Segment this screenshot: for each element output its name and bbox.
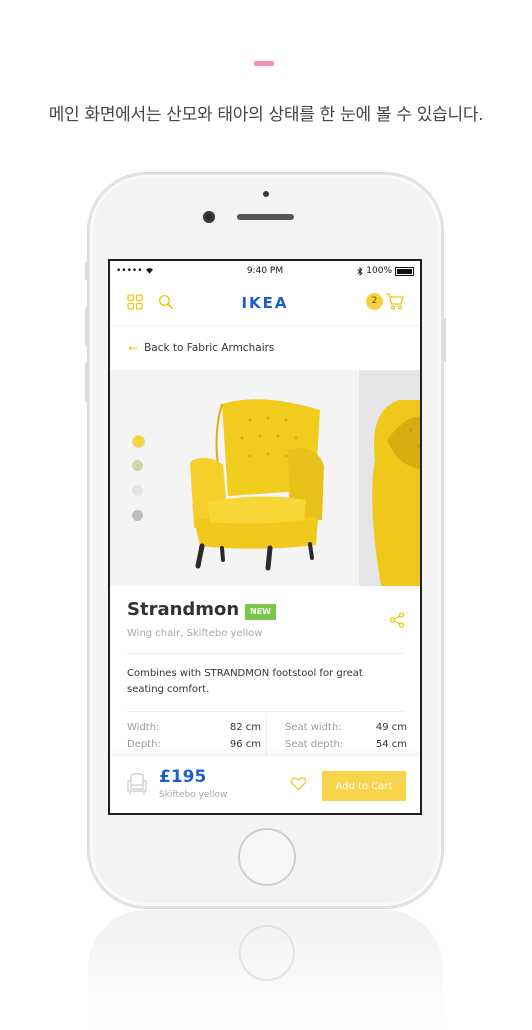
home-button[interactable] bbox=[238, 828, 296, 886]
arrow-left-icon: ← bbox=[128, 341, 139, 355]
new-badge: NEW bbox=[245, 604, 276, 620]
color-swatch-green[interactable] bbox=[132, 460, 143, 471]
cart-count-badge: 2 bbox=[366, 293, 383, 310]
heart-icon[interactable] bbox=[290, 775, 307, 792]
specs-right-column: Seat width: 49 cm Seat depth: 54 cm bbox=[285, 722, 407, 756]
battery-icon bbox=[395, 266, 414, 276]
armchair-closeup-image bbox=[372, 400, 420, 586]
spec-row-depth: Depth: 96 cm bbox=[127, 739, 261, 750]
earpiece-speaker bbox=[237, 214, 294, 220]
gallery-next-image[interactable] bbox=[359, 370, 420, 586]
front-camera bbox=[203, 211, 215, 223]
battery-indicator: 100% bbox=[357, 266, 414, 276]
accent-bar bbox=[254, 61, 274, 66]
add-to-cart-button[interactable]: Add to Cart bbox=[322, 771, 406, 801]
home-button-reflection bbox=[239, 925, 295, 981]
color-swatch-yellow[interactable] bbox=[132, 435, 145, 448]
divider bbox=[127, 711, 403, 712]
spec-row-width: Width: 82 cm bbox=[127, 722, 261, 733]
armchair-image bbox=[190, 399, 324, 571]
price-variant-label: Skiftebo yellow bbox=[159, 790, 228, 800]
purchase-bar: £195 Skiftebo yellow Add to Cart bbox=[110, 756, 420, 813]
gallery-main-image[interactable] bbox=[110, 370, 358, 586]
product-title: Strandmon bbox=[127, 599, 240, 620]
color-swatch-grey[interactable] bbox=[132, 510, 143, 521]
back-link[interactable]: ← Back to Fabric Armchairs bbox=[128, 341, 274, 355]
share-icon[interactable] bbox=[389, 612, 405, 628]
status-bar: ••••• 9:40 PM 100% bbox=[110, 261, 420, 281]
bluetooth-icon bbox=[357, 266, 363, 276]
product-description: Combines with STRANDMON footstool for gr… bbox=[127, 668, 363, 695]
product-gallery[interactable] bbox=[110, 370, 420, 586]
top-navbar: IKEA 2 bbox=[110, 283, 420, 326]
back-link-label: Back to Fabric Armchairs bbox=[144, 342, 275, 354]
spec-row-seat-width: Seat width: 49 cm bbox=[285, 722, 407, 733]
specs-left-column: Width: 82 cm Depth: 96 cm bbox=[127, 722, 261, 756]
phone-screen: ••••• 9:40 PM 100% IKEA 2 ← Back to Fabr… bbox=[108, 259, 422, 815]
divider bbox=[127, 653, 403, 654]
cart-icon[interactable] bbox=[385, 291, 405, 311]
product-price: £195 bbox=[159, 767, 207, 787]
page-caption: 메인 화면에서는 산모와 태아의 상태를 한 눈에 볼 수 있습니다. bbox=[48, 105, 484, 125]
spec-row-seat-depth: Seat depth: 54 cm bbox=[285, 739, 407, 750]
product-subtitle: Wing chair, Skiftebo yellow bbox=[127, 628, 263, 639]
battery-percent: 100% bbox=[366, 266, 392, 276]
armchair-icon bbox=[127, 772, 147, 795]
proximity-sensor bbox=[263, 191, 269, 197]
color-swatch-light-grey[interactable] bbox=[132, 485, 143, 496]
